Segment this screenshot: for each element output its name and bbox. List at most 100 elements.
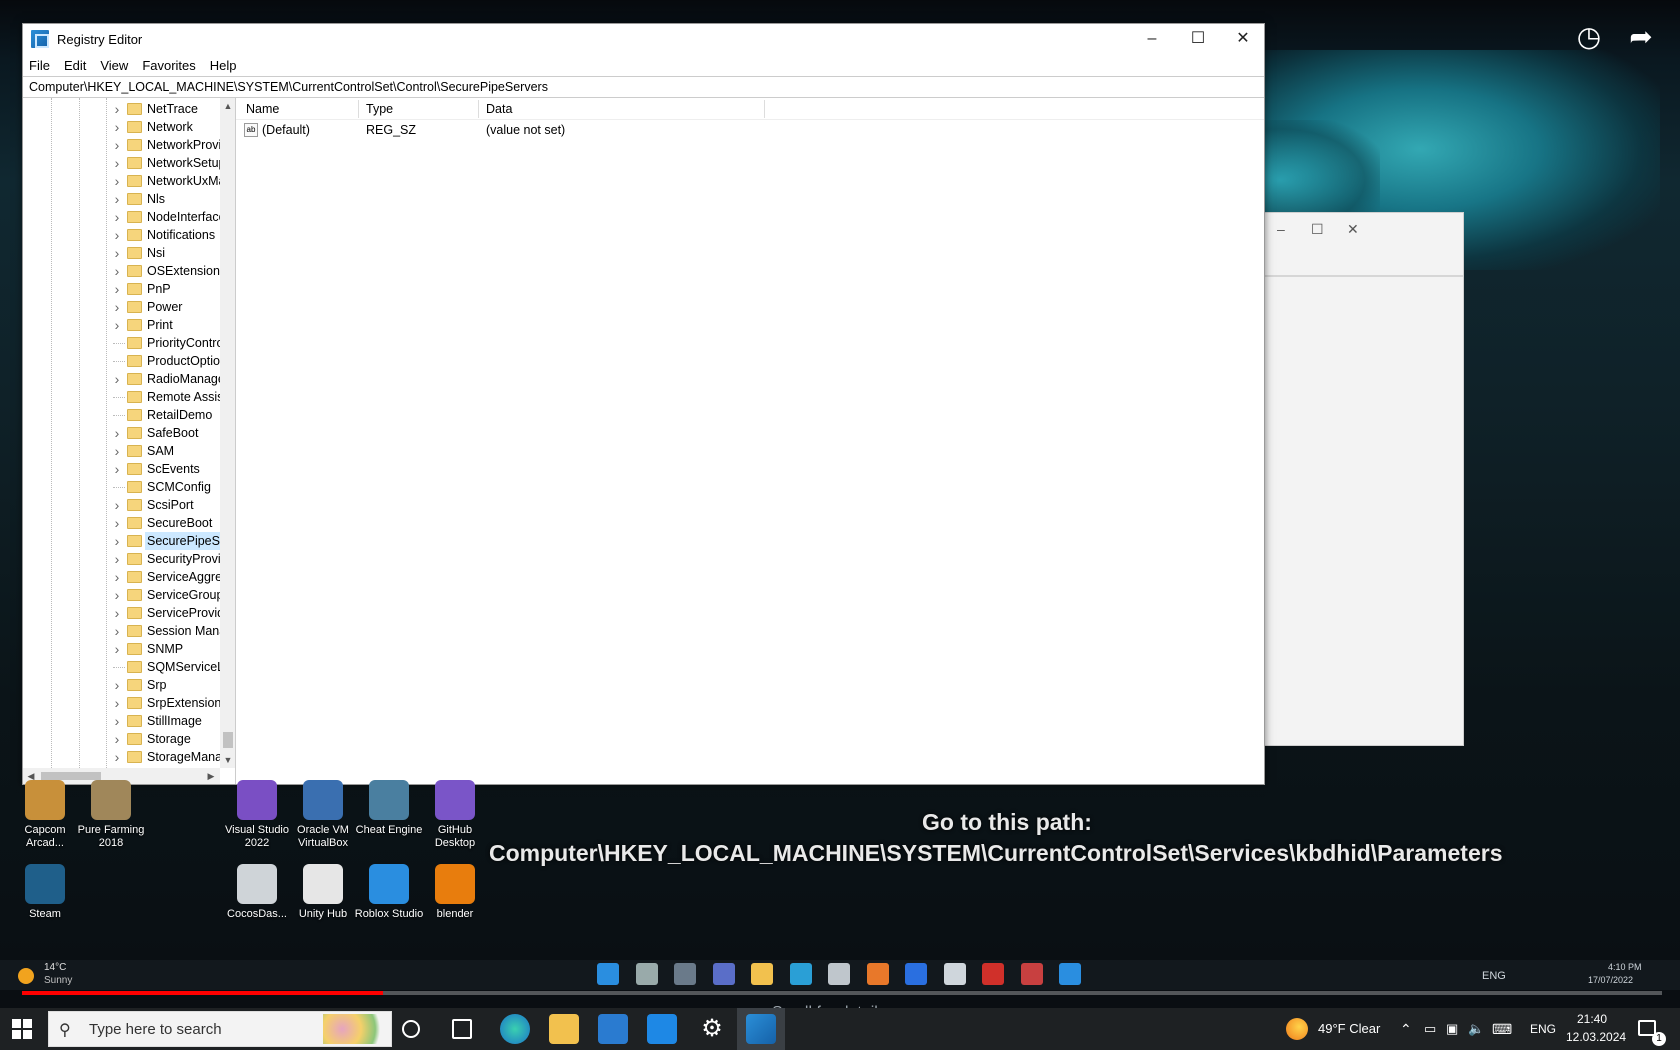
expand-chevron-icon[interactable]: ›	[111, 586, 123, 604]
expand-chevron-icon[interactable]: ›	[111, 424, 123, 442]
cortana-icon[interactable]	[402, 1020, 420, 1038]
expand-chevron-icon[interactable]: ›	[111, 640, 123, 658]
expand-chevron-icon[interactable]: ›	[111, 514, 123, 532]
minimize-button[interactable]: –	[1129, 24, 1175, 54]
expand-chevron-icon[interactable]: ›	[111, 748, 123, 766]
tree-node[interactable]: › NetworkUxMa	[23, 172, 223, 190]
tree-node[interactable]: › Storage	[23, 730, 223, 748]
desktop-icon[interactable]: Steam	[10, 864, 80, 921]
tree-node[interactable]: › SNMP	[23, 640, 223, 658]
tree-node[interactable]: › PnP	[23, 280, 223, 298]
tree-node-selected[interactable]: › SecurePipeSer	[23, 532, 223, 550]
mail-icon[interactable]	[647, 1014, 677, 1044]
scroll-right-icon[interactable]: ▶	[203, 768, 219, 784]
tree-node[interactable]: › SAM	[23, 442, 223, 460]
tree-node[interactable]: › Print	[23, 316, 223, 334]
tree-node[interactable]: › ScEvents	[23, 460, 223, 478]
desktop-icon[interactable]: blender	[420, 864, 490, 921]
tree-node[interactable]: › ServiceProvide	[23, 604, 223, 622]
video-progress-bar[interactable]	[22, 991, 1662, 995]
expand-chevron-icon[interactable]: ›	[111, 442, 123, 460]
regedit-taskbar-icon[interactable]	[746, 1014, 776, 1044]
microsoft-store-icon[interactable]	[598, 1014, 628, 1044]
value-row[interactable]: ab (Default) REG_SZ (value not set)	[236, 122, 1264, 140]
expand-chevron-icon[interactable]: ›	[111, 676, 123, 694]
expand-chevron-icon[interactable]: ›	[111, 298, 123, 316]
scroll-up-icon[interactable]: ▲	[220, 98, 235, 114]
scroll-down-icon[interactable]: ▼	[220, 752, 235, 768]
tree-node[interactable]: › RadioManage	[23, 370, 223, 388]
tree-node[interactable]: › NodeInterface	[23, 208, 223, 226]
watch-later-icon[interactable]: ◷	[1570, 18, 1608, 56]
desktop-icon[interactable]: Oracle VM VirtualBox	[288, 780, 358, 850]
network-icon[interactable]: ▭	[1424, 1008, 1436, 1050]
desktop-icon[interactable]: CocosDas...	[222, 864, 292, 921]
tree-node[interactable]: › NetworkProvi	[23, 136, 223, 154]
tree-node[interactable]: › ScsiPort	[23, 496, 223, 514]
title-bar[interactable]: Registry Editor – ☐ ✕	[23, 24, 1264, 54]
expand-chevron-icon[interactable]: ›	[111, 712, 123, 730]
expand-chevron-icon[interactable]: ›	[111, 136, 123, 154]
column-divider[interactable]	[478, 100, 479, 118]
tree-node[interactable]: › NetworkSetup	[23, 154, 223, 172]
tree-node[interactable]: ProductOption	[23, 352, 223, 370]
start-button[interactable]	[12, 1019, 32, 1039]
expand-chevron-icon[interactable]: ›	[111, 568, 123, 586]
share-icon[interactable]: ➦	[1622, 18, 1660, 56]
keyboard-icon[interactable]: ⌨	[1492, 1008, 1512, 1050]
expand-chevron-icon[interactable]: ›	[111, 226, 123, 244]
taskbar-language[interactable]: ENG	[1530, 1008, 1556, 1050]
tree-node[interactable]: › NetTrace	[23, 100, 223, 118]
tree-node[interactable]: PriorityContro	[23, 334, 223, 352]
expand-chevron-icon[interactable]: ›	[111, 496, 123, 514]
tree-node[interactable]: › Network	[23, 118, 223, 136]
edge-icon[interactable]	[500, 1014, 530, 1044]
tree-node[interactable]: › SrpExtensionC	[23, 694, 223, 712]
menu-favorites[interactable]: Favorites	[142, 58, 195, 73]
tree-node[interactable]: SCMConfig	[23, 478, 223, 496]
column-name[interactable]: Name	[246, 102, 279, 116]
tree-node[interactable]: › OSExtensionD	[23, 262, 223, 280]
scroll-thumb[interactable]	[223, 732, 233, 748]
expand-chevron-icon[interactable]: ›	[111, 622, 123, 640]
tree-node[interactable]: RetailDemo	[23, 406, 223, 424]
expand-chevron-icon[interactable]: ›	[111, 118, 123, 136]
expand-chevron-icon[interactable]: ›	[111, 532, 123, 550]
expand-chevron-icon[interactable]: ›	[111, 154, 123, 172]
expand-chevron-icon[interactable]: ›	[111, 208, 123, 226]
tree-node[interactable]: Remote Assist	[23, 388, 223, 406]
file-explorer-icon[interactable]	[549, 1014, 579, 1044]
desktop-icon[interactable]: Roblox Studio	[354, 864, 424, 921]
tree-node[interactable]: › SecurityProvic	[23, 550, 223, 568]
expand-chevron-icon[interactable]: ›	[111, 100, 123, 118]
column-divider[interactable]	[764, 100, 765, 118]
chevron-up-icon[interactable]: ⌃	[1400, 1008, 1412, 1050]
taskbar-search-box[interactable]: ⚲ Type here to search	[48, 1011, 392, 1047]
tree-node[interactable]: › SafeBoot	[23, 424, 223, 442]
h-scroll-thumb[interactable]	[41, 772, 101, 780]
tree-node[interactable]: › Nls	[23, 190, 223, 208]
tree-node[interactable]: › Power	[23, 298, 223, 316]
taskbar-time[interactable]: 21:40	[1577, 1012, 1607, 1026]
tree-node[interactable]: › Srp	[23, 676, 223, 694]
tree-vertical-scrollbar[interactable]: ▲ ▼	[220, 98, 235, 768]
tree-node[interactable]: SQMServiceLis	[23, 658, 223, 676]
desktop-icon[interactable]: Cheat Engine	[354, 780, 424, 837]
desktop-icon[interactable]: Pure Farming 2018	[76, 780, 146, 850]
desktop-icon[interactable]: GitHub Desktop	[420, 780, 490, 850]
tree-node[interactable]: › StillImage	[23, 712, 223, 730]
maximize-button[interactable]: ☐	[1175, 24, 1221, 54]
tree-node[interactable]: › Notifications	[23, 226, 223, 244]
tree-node[interactable]: › Session Manag	[23, 622, 223, 640]
expand-chevron-icon[interactable]: ›	[111, 190, 123, 208]
tree-node[interactable]: › ServiceAggreg	[23, 568, 223, 586]
menu-file[interactable]: File	[29, 58, 50, 73]
expand-chevron-icon[interactable]: ›	[111, 460, 123, 478]
expand-chevron-icon[interactable]: ›	[111, 262, 123, 280]
desktop-icon[interactable]: Visual Studio 2022	[222, 780, 292, 850]
expand-chevron-icon[interactable]: ›	[111, 280, 123, 298]
desktop-icon[interactable]: Capcom Arcad...	[10, 780, 80, 850]
column-divider[interactable]	[358, 100, 359, 118]
desktop-icon[interactable]: Unity Hub	[288, 864, 358, 921]
expand-chevron-icon[interactable]: ›	[111, 730, 123, 748]
